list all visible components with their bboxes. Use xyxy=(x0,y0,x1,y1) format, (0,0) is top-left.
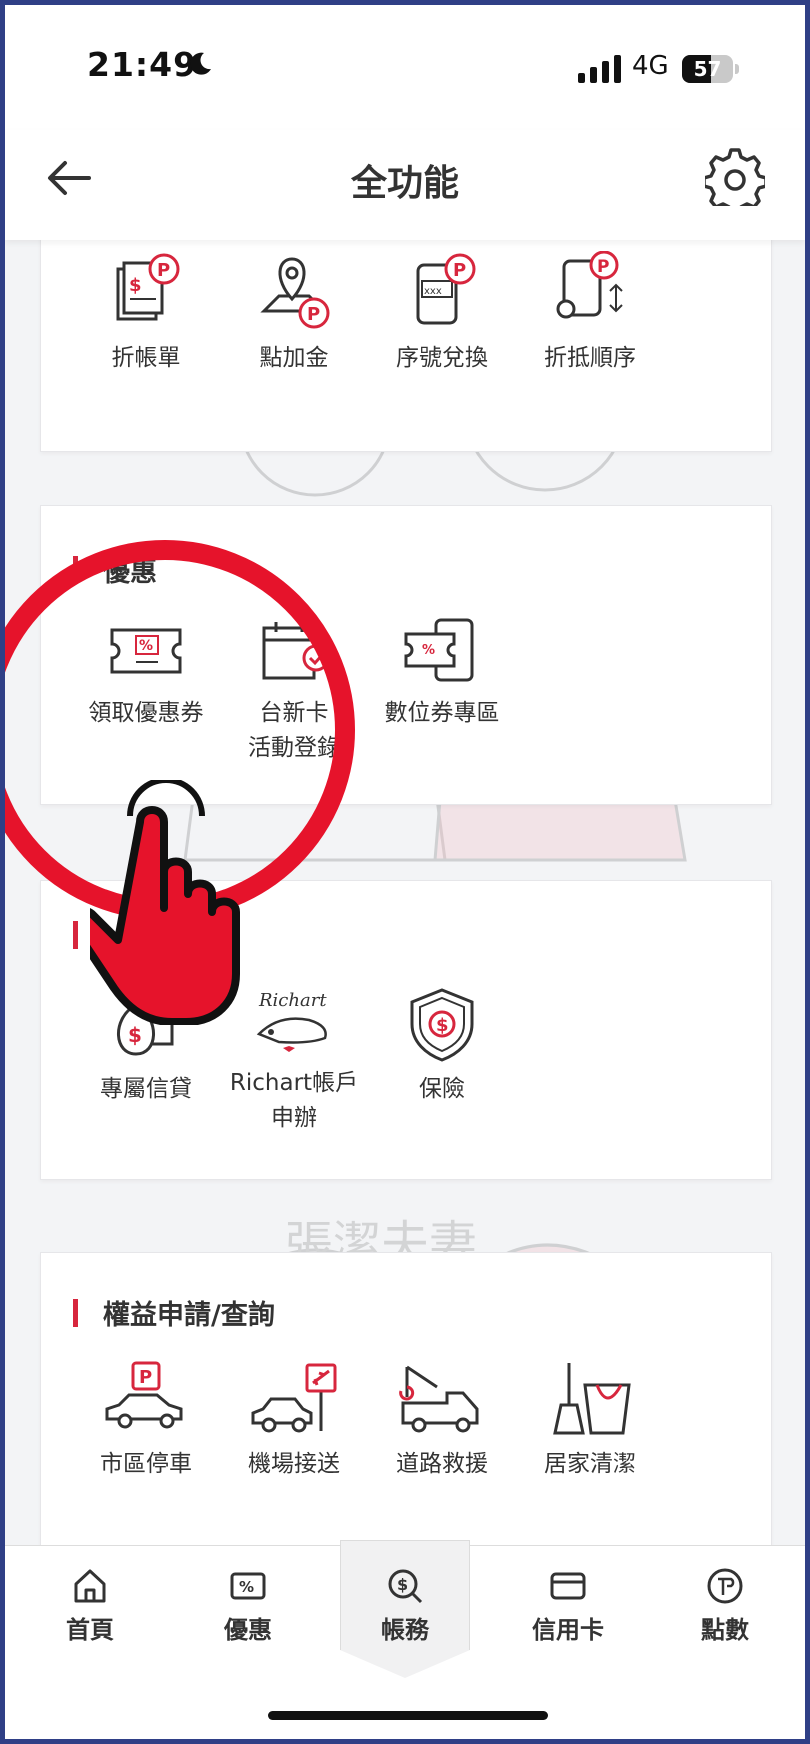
item-label: 專屬信貸 xyxy=(100,1076,192,1102)
svg-text:$: $ xyxy=(436,1015,449,1036)
phone-code-p-icon: xxx P xyxy=(416,253,476,325)
tab-credit-card[interactable]: 信用卡 xyxy=(513,1566,623,1645)
pointing-hand-icon xyxy=(90,780,240,1025)
tab-billing[interactable]: $ 帳務 xyxy=(350,1566,460,1645)
tab-label: 首頁 xyxy=(66,1616,114,1644)
item-digital-coupon[interactable]: % 數位券專區 xyxy=(367,616,517,731)
item-offset-order[interactable]: P 折抵順序 xyxy=(515,251,665,376)
item-discount-statement[interactable]: $ P 折帳單 xyxy=(71,251,221,376)
item-city-parking[interactable]: P 市區停車 xyxy=(71,1361,221,1482)
svg-text:P: P xyxy=(453,260,466,281)
bottom-tab-bar: 首頁 % 優惠 $ 帳務 信用卡 點數 xyxy=(5,1540,805,1739)
svg-text:P: P xyxy=(307,304,320,325)
svg-text:P: P xyxy=(157,260,170,281)
status-bar: 21:49 4G 57 xyxy=(5,5,805,130)
battery-icon: 57 xyxy=(682,55,739,83)
battery-level: 57 xyxy=(693,57,722,81)
points-coin-icon xyxy=(707,1568,743,1604)
gear-icon[interactable] xyxy=(705,146,765,206)
item-airport-transfer[interactable]: 機場接送 xyxy=(219,1361,369,1482)
tab-offers[interactable]: % 優惠 xyxy=(193,1566,303,1645)
item-label: 點加金 xyxy=(259,345,329,371)
coupon-percent-icon: % xyxy=(230,1572,266,1600)
item-label: 機場接送 xyxy=(248,1451,340,1477)
section-bar xyxy=(73,921,78,949)
tab-label: 帳務 xyxy=(381,1616,429,1644)
search-dollar-icon: $ xyxy=(388,1569,423,1604)
map-pin-p-icon: P xyxy=(260,257,330,329)
item-points-bonus[interactable]: P 點加金 xyxy=(219,251,369,376)
svg-text:%: % xyxy=(422,643,435,658)
svg-text:$: $ xyxy=(397,1575,408,1594)
item-label: Richart帳戶 申辦 xyxy=(229,1070,359,1131)
section-rights-card: 權益申請/查詢 P 市區停車 機場接送 道路救援 居家清潔 xyxy=(40,1252,772,1545)
home-indicator xyxy=(268,1711,548,1720)
tab-label: 信用卡 xyxy=(532,1616,604,1644)
shield-dollar-icon: $ xyxy=(410,988,474,1062)
section-bar xyxy=(73,1299,78,1327)
svg-text:%: % xyxy=(239,1578,254,1596)
item-label: 數位券專區 xyxy=(384,700,500,726)
item-label: 居家清潔 xyxy=(544,1451,636,1477)
car-parking-icon: P xyxy=(105,1361,183,1429)
svg-text:$: $ xyxy=(128,1023,142,1047)
content-area: 張潔夫妻 543 張潔夫妻 543 $ P 折帳單 xyxy=(5,240,805,1545)
item-label: 道路救援 xyxy=(396,1451,488,1477)
status-time: 21:49 xyxy=(87,45,198,84)
item-label: 市區停車 xyxy=(100,1451,192,1477)
item-road-rescue[interactable]: 道路救援 xyxy=(367,1361,517,1482)
page-title: 全功能 xyxy=(350,163,459,204)
svg-text:P: P xyxy=(597,257,609,277)
section-points-card: $ P 折帳單 P 點加金 xxx P 序號兌換 P 折抵順序 xyxy=(40,240,772,452)
tab-points[interactable]: 點數 xyxy=(670,1566,780,1645)
svg-text:$: $ xyxy=(129,275,142,296)
svg-text:P: P xyxy=(139,1367,152,1388)
network-type: 4G xyxy=(632,51,669,81)
item-label: 折抵順序 xyxy=(544,345,636,371)
home-icon xyxy=(74,1569,106,1603)
tab-label: 優惠 xyxy=(224,1616,272,1644)
broom-bucket-icon xyxy=(553,1363,631,1435)
phone-sort-p-icon: P xyxy=(556,251,623,319)
item-label: 序號兌換 xyxy=(396,345,488,371)
signal-icon xyxy=(578,55,621,83)
credit-card-icon xyxy=(550,1572,586,1600)
digital-coupon-icon: % xyxy=(404,618,474,682)
tow-truck-icon xyxy=(399,1365,479,1433)
item-home-cleaning[interactable]: 居家清潔 xyxy=(515,1361,665,1482)
item-label: 折帳單 xyxy=(111,345,181,371)
app-header: 全功能 xyxy=(5,130,805,240)
statement-p-icon: $ P xyxy=(116,253,180,321)
item-insurance[interactable]: $ 保險 xyxy=(367,986,517,1107)
phone-screen: 21:49 4G 57 全功能 張潔夫妻 $ P 折帳單 P 點加金 xxx P… xyxy=(5,5,805,1739)
svg-text:xxx: xxx xyxy=(424,286,442,297)
section-title: 權益申請/查詢 xyxy=(103,1300,275,1331)
moon-icon xyxy=(190,52,211,75)
item-serial-redeem[interactable]: xxx P 序號兌換 xyxy=(367,251,517,376)
taxi-plane-icon xyxy=(251,1363,337,1433)
item-label: 保險 xyxy=(419,1076,465,1102)
tab-home[interactable]: 首頁 xyxy=(35,1566,145,1645)
tab-label: 點數 xyxy=(701,1616,749,1644)
